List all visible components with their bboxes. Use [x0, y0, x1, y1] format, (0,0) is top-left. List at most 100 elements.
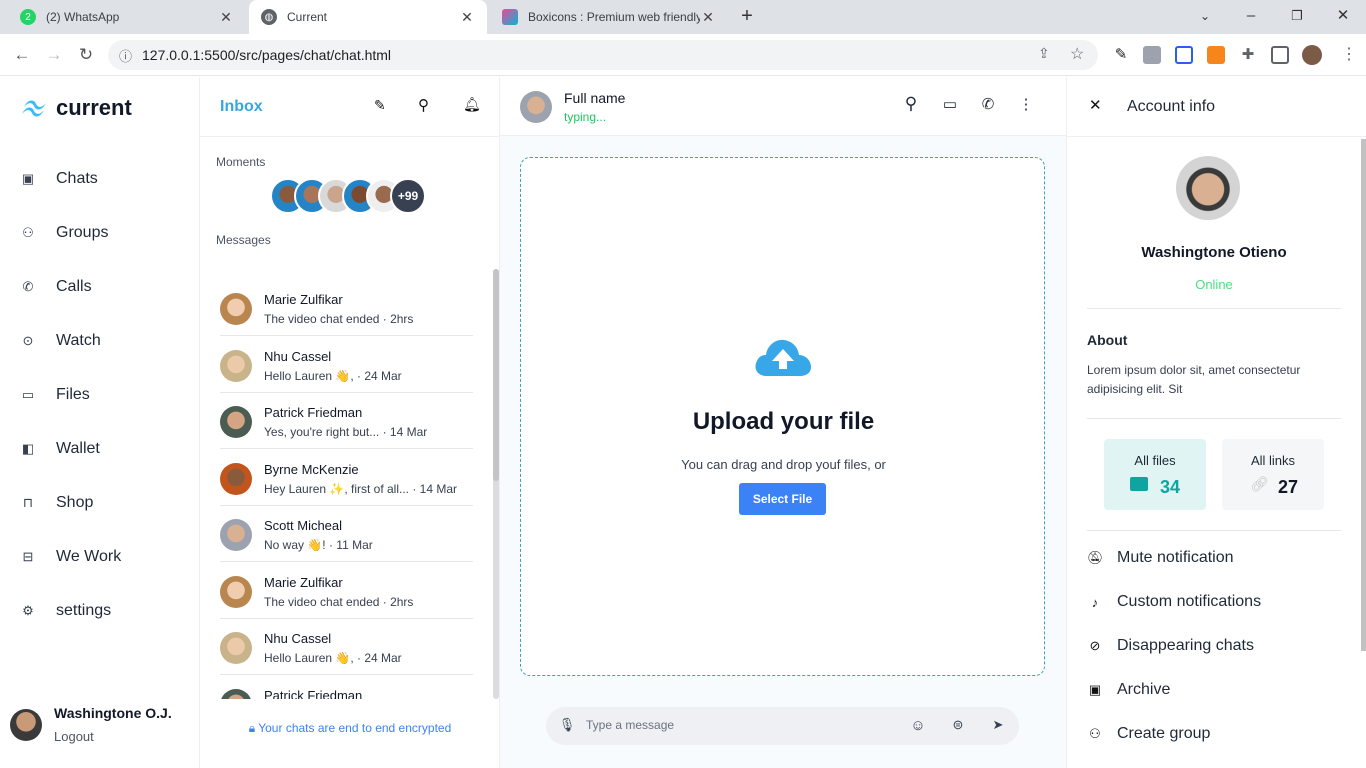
- back-icon[interactable]: ←: [10, 43, 34, 67]
- sidebar-item-shop[interactable]: ⊓ Shop: [20, 488, 190, 518]
- close-icon[interactable]: ✕: [218, 9, 234, 26]
- archive-action[interactable]: ▣ Archive: [1087, 677, 1347, 703]
- reload-icon[interactable]: ↻: [74, 43, 98, 67]
- custom-notifications-action[interactable]: ♪ Custom notifications: [1087, 589, 1347, 615]
- file-drop-zone[interactable]: Upload your file You can drag and drop y…: [520, 157, 1045, 676]
- sidebar-item-groups[interactable]: ⚇ Groups: [20, 218, 190, 248]
- list-item[interactable]: Nhu Cassel Hello Lauren 👋, · 24 Mar: [220, 337, 473, 393]
- files-count: 34: [1160, 477, 1181, 497]
- contact-name: Nhu Cassel: [264, 631, 332, 646]
- user-name: Washingtone O.J.: [54, 705, 172, 721]
- window-close-icon[interactable]: ✕: [1330, 4, 1356, 28]
- sidebar-item-chats[interactable]: ▣ Chats: [20, 164, 190, 194]
- tab-search-icon[interactable]: ⌄: [1192, 4, 1218, 28]
- profile-name: Washingtone Otieno: [1141, 244, 1287, 261]
- phone-icon[interactable]: ✆: [978, 95, 998, 115]
- send-icon[interactable]: ➤: [989, 717, 1007, 735]
- profile-avatar[interactable]: [1176, 156, 1240, 220]
- forward-icon[interactable]: →: [42, 43, 66, 67]
- tiktok-icon: ♪: [1091, 594, 1099, 610]
- link-icon: 🔗︎: [1250, 476, 1270, 493]
- chat-header: Full name typing... ⚲ ▭ ✆ ⋮: [500, 77, 1066, 136]
- eyedropper-extension-icon[interactable]: ✎: [1112, 46, 1130, 64]
- contact-name: Patrick Friedman: [264, 688, 363, 699]
- browser-tab-current[interactable]: ◍ Current ✕: [249, 0, 487, 34]
- metamask-extension-icon[interactable]: [1207, 46, 1225, 64]
- divider: [1087, 530, 1341, 531]
- contact-avatar: [220, 632, 252, 664]
- more-vertical-icon[interactable]: ⋮: [1016, 95, 1036, 115]
- site-info-icon[interactable]: ⓘ: [119, 46, 132, 65]
- browser-tab-bar: 2 (2) WhatsApp ✕ ◍ Current ✕ Boxicons : …: [0, 0, 1366, 34]
- browser-tab-whatsapp[interactable]: 2 (2) WhatsApp ✕: [8, 0, 246, 34]
- message-input[interactable]: [586, 715, 886, 735]
- list-item[interactable]: Marie Zulfikar The video chat ended · 2h…: [220, 563, 473, 619]
- account-panel-scrollbar[interactable]: [1361, 139, 1366, 651]
- brand-logo[interactable]: current: [22, 95, 132, 121]
- minimize-icon[interactable]: –: [1238, 4, 1264, 28]
- video-call-icon[interactable]: ▭: [940, 95, 960, 115]
- sidebar-item-files[interactable]: ▭ Files: [20, 380, 190, 410]
- list-item[interactable]: Patrick Friedman: [220, 676, 473, 699]
- sidebar-item-calls[interactable]: ✆ Calls: [20, 272, 190, 302]
- folder-icon: ▭: [21, 387, 35, 402]
- new-tab-icon[interactable]: +: [734, 4, 760, 28]
- select-file-button[interactable]: Select File: [739, 483, 826, 515]
- close-icon[interactable]: ✕: [459, 9, 475, 26]
- bell-icon[interactable]: 🔔︎: [463, 96, 481, 113]
- attachment-icon[interactable]: ⊜: [949, 717, 967, 735]
- all-files-card[interactable]: All files 34: [1104, 439, 1206, 510]
- contact-avatar: [220, 576, 252, 608]
- about-text: Lorem ipsum dolor sit, amet consectetur …: [1087, 363, 1301, 396]
- mute-notification-action[interactable]: 🔕︎ Mute notification: [1087, 545, 1347, 571]
- sidebar-item-settings[interactable]: ⚙ settings: [20, 596, 190, 626]
- contact-avatar: [220, 293, 252, 325]
- contact-avatar: [220, 406, 252, 438]
- list-item[interactable]: Scott Micheal No way 👋! · 11 Mar: [220, 506, 473, 562]
- close-icon[interactable]: ✕: [1089, 96, 1102, 114]
- inbox-header: Inbox ✎ ⚲ 🔔︎: [200, 77, 500, 137]
- search-icon[interactable]: ⚲: [418, 96, 429, 114]
- messages-label: Messages: [216, 233, 271, 247]
- sidebar-item-watch[interactable]: ⊙ Watch: [20, 326, 190, 356]
- sidebar-item-label: Calls: [56, 278, 92, 295]
- sidebar-item-we-work[interactable]: ⊟ We Work: [20, 542, 190, 572]
- tab-title: Boxicons : Premium web friendly: [528, 10, 700, 24]
- search-icon[interactable]: ⚲: [901, 94, 921, 114]
- close-icon[interactable]: ✕: [700, 9, 716, 26]
- user-avatar[interactable]: [10, 709, 42, 741]
- all-links-card[interactable]: All links 🔗︎ 27: [1222, 439, 1324, 510]
- share-icon[interactable]: ⇪: [1038, 45, 1050, 62]
- profile-avatar-icon[interactable]: [1302, 45, 1322, 65]
- contact-avatar[interactable]: [520, 91, 552, 123]
- restore-icon[interactable]: ❐: [1284, 4, 1310, 28]
- action-label: Disappearing chats: [1117, 637, 1254, 654]
- list-item[interactable]: Nhu Cassel Hello Lauren 👋, · 24 Mar: [220, 619, 473, 675]
- emoji-icon[interactable]: ☺: [909, 717, 927, 735]
- list-item[interactable]: Byrne McKenzie Hey Lauren ✨, first of al…: [220, 450, 473, 506]
- extensions-puzzle-icon[interactable]: ✚: [1239, 46, 1257, 64]
- camera-extension-icon[interactable]: [1143, 46, 1161, 64]
- moments-more-badge[interactable]: +99: [390, 178, 426, 214]
- app-sidebar: current ▣ Chats ⚇ Groups ✆ Calls ⊙ Watch…: [0, 77, 200, 768]
- browser-menu-icon[interactable]: ⋮: [1340, 46, 1358, 64]
- logout-link[interactable]: Logout: [54, 729, 172, 744]
- microphone-icon[interactable]: 🎙︎: [558, 717, 576, 735]
- edit-icon[interactable]: ✎: [374, 97, 386, 114]
- sidebar-item-label: We Work: [56, 548, 122, 565]
- browser-tab-boxicons[interactable]: Boxicons : Premium web friendly ✕: [490, 0, 728, 34]
- list-item[interactable]: Patrick Friedman Yes, you're right but..…: [220, 393, 473, 449]
- typing-status: typing...: [564, 110, 607, 124]
- side-panel-icon[interactable]: [1271, 46, 1289, 64]
- folder-icon: [1130, 477, 1148, 491]
- screen-record-extension-icon[interactable]: [1175, 46, 1193, 64]
- contact-avatar: [220, 463, 252, 495]
- sidebar-item-wallet[interactable]: ◧ Wallet: [20, 434, 190, 464]
- disappearing-chats-action[interactable]: ⊘ Disappearing chats: [1087, 633, 1347, 659]
- create-group-action[interactable]: ⚇ Create group: [1087, 721, 1347, 747]
- scrollbar-thumb[interactable]: [493, 269, 499, 481]
- list-item[interactable]: Marie Zulfikar The video chat ended · 2h…: [220, 280, 473, 336]
- upload-title: Upload your file: [692, 408, 875, 435]
- bookmark-star-icon[interactable]: ☆: [1070, 44, 1084, 64]
- url-bar[interactable]: ⓘ 127.0.0.1:5500/src/pages/chat/chat.htm…: [108, 40, 1098, 70]
